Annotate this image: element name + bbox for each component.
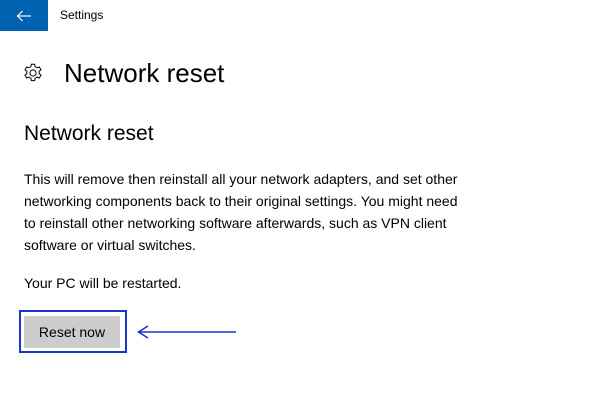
arrow-left-icon	[16, 10, 32, 22]
arrow-left-icon	[136, 324, 238, 345]
settings-window: Settings Network reset Network reset Thi…	[0, 0, 599, 410]
description-text: This will remove then reinstall all your…	[24, 171, 458, 253]
reset-now-button[interactable]: Reset now	[24, 316, 120, 348]
restart-note: Your PC will be restarted.	[24, 275, 182, 291]
page-title: Network reset	[64, 58, 225, 88]
title-bar: Settings	[0, 0, 599, 31]
section-title: Network reset	[24, 122, 154, 145]
page-header: Network reset	[22, 56, 224, 90]
gear-icon	[22, 62, 44, 84]
app-title: Settings	[60, 8, 104, 22]
back-button[interactable]	[0, 0, 48, 31]
